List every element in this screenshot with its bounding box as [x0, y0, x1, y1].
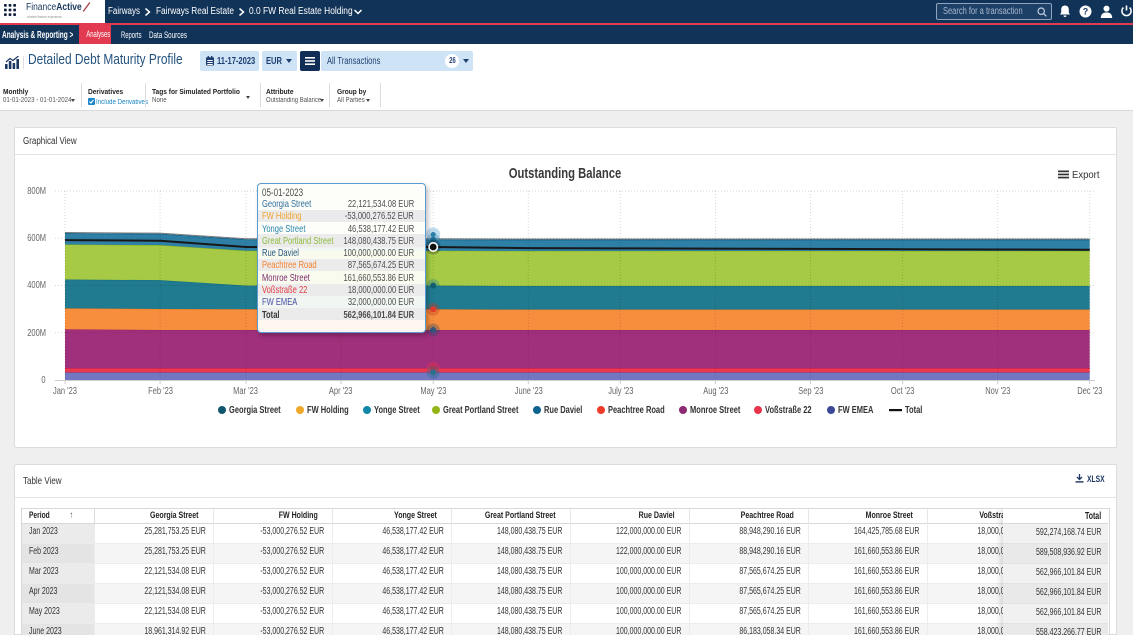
- svg-text:?: ?: [1083, 6, 1089, 16]
